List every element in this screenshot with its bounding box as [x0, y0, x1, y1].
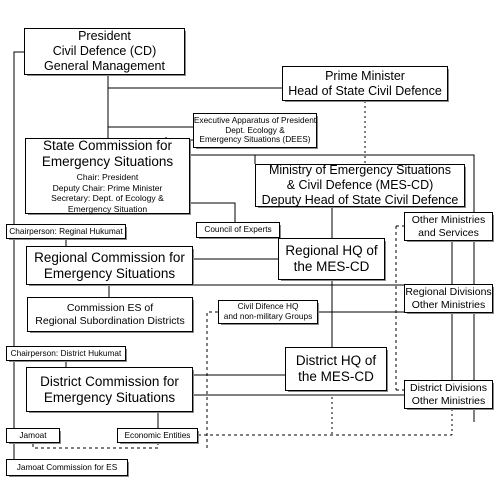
node-state-commission-sub-2: Secretary: Dept. of Ecology & [51, 193, 164, 204]
line-state-commission-to-mescd [190, 154, 256, 164]
org-chart-diagram: President Civil Defence (CD) General Man… [0, 0, 500, 500]
node-regional-commission[interactable]: Regional Commission for Emergency Situat… [26, 246, 193, 285]
node-jamoat-commission-label: Jamoat Commission for ES [16, 461, 118, 472]
node-state-commission-line-0: State Commission for [42, 137, 173, 153]
node-economic-entities[interactable]: Economic Entities [117, 428, 198, 443]
node-state-commission-sub-0: Chair: President [76, 172, 139, 183]
node-president-line-0: President [78, 29, 131, 44]
node-district-hq-mes-cd[interactable]: District HQ of the MES-CD [285, 347, 387, 391]
node-state-commission[interactable]: State Commission for Emergency Situation… [25, 138, 190, 214]
node-state-commission-sub-1: Deputy Chair: Prime Minister [52, 182, 163, 193]
node-council-of-experts-label: Council of Experts [204, 224, 272, 235]
node-other-ministries-line-1: and Services [418, 226, 479, 239]
node-mescd-line-0: Ministry of Emergency Situations [268, 163, 451, 178]
node-civil-defence-hq[interactable]: Civil Difence HQ and non-military Groups [218, 300, 318, 324]
node-executive-apparatus-dees[interactable]: Executive Apparatus of President Dept. E… [193, 113, 317, 148]
node-regional-commission-line-0: Regional Commission for [34, 249, 185, 265]
node-commission-es-line-0: Commission ES of [66, 302, 154, 315]
node-prime-minister[interactable]: Prime Minister Head of State Civil Defen… [282, 66, 448, 101]
node-jamoat-commission-for-es[interactable]: Jamoat Commission for ES [6, 459, 128, 476]
node-prime-minister-line-0: Prime Minister [325, 68, 405, 83]
node-district-commission-line-0: District Commission for [40, 373, 179, 389]
node-chairperson-district-hukumat[interactable]: Chairperson: District Hukumat [6, 346, 126, 361]
line-president-left-spine [13, 51, 24, 470]
node-jamoat[interactable]: Jamoat [6, 428, 60, 443]
node-council-of-experts[interactable]: Council of Experts [196, 222, 280, 238]
node-regional-hq-line-0: Regional HQ of [285, 243, 378, 259]
node-regional-hq-mes-cd[interactable]: Regional HQ of the MES-CD [278, 238, 385, 280]
node-ministry-mes-cd[interactable]: Ministry of Emergency Situations & Civil… [255, 163, 465, 207]
node-regional-divisions-line-0: Regional Divisions [405, 286, 492, 299]
node-regional-divisions-other-ministries[interactable]: Regional Divisions Other Ministries [404, 284, 493, 313]
node-commission-es-line-1: Regional Subordination Districts [35, 314, 185, 327]
node-district-hq-line-0: District HQ of [295, 353, 377, 369]
node-state-commission-sub-3: Emergency Situation [67, 203, 148, 214]
node-district-divisions-other-ministries[interactable]: District Divisions Other Ministries [404, 380, 493, 409]
node-regional-hq-line-1: the MES-CD [293, 259, 370, 274]
node-dees-line-2: Emergency Situations (DEES) [199, 134, 311, 145]
node-prime-minister-line-1: Head of State Civil Defence [288, 83, 442, 98]
node-regional-commission-line-1: Emergency Situations [43, 265, 176, 281]
node-state-commission-line-1: Emergency Situations [41, 153, 174, 169]
node-chairperson-regional-hukumat[interactable]: Chairperson: Reginal Hukumat [6, 224, 126, 239]
node-district-divisions-line-0: District Divisions [409, 382, 487, 395]
node-district-divisions-line-1: Other Ministries [411, 394, 486, 407]
node-other-ministries-and-services[interactable]: Other Ministries and Services [404, 212, 493, 241]
node-district-commission-line-1: Emergency Situations [43, 389, 176, 405]
node-mescd-line-1: & Civil Defence (MES-CD) [286, 178, 434, 193]
node-civil-defence-hq-line-1: and non-military Groups [223, 311, 313, 321]
node-chairperson-district-label: Chairperson: District Hukumat [10, 347, 122, 358]
node-regional-divisions-line-1: Other Ministries [411, 298, 486, 311]
line-civil-defence-hq-dotted-spine [206, 311, 218, 448]
node-president-line-1: Civil Defence (CD) [52, 44, 157, 59]
node-president[interactable]: President Civil Defence (CD) General Man… [24, 28, 185, 75]
node-jamoat-label: Jamoat [19, 429, 47, 440]
node-district-commission[interactable]: District Commission for Emergency Situat… [26, 367, 193, 412]
node-economic-entities-label: Economic Entities [124, 429, 191, 440]
line-state-commission-to-council [190, 202, 236, 222]
node-president-line-2: General Management [44, 58, 165, 73]
node-state-commission-details: Chair: President Deputy Chair: Prime Min… [51, 172, 164, 214]
node-other-ministries-line-0: Other Ministries [411, 214, 486, 227]
node-commission-es-regional-districts[interactable]: Commission ES of Regional Subordination … [27, 297, 193, 332]
node-district-hq-line-1: the MES-CD [298, 369, 374, 384]
node-chairperson-regional-label: Chairperson: Reginal Hukumat [9, 225, 123, 236]
node-mescd-line-2: Deputy Head of State Civil Defence [261, 192, 459, 207]
